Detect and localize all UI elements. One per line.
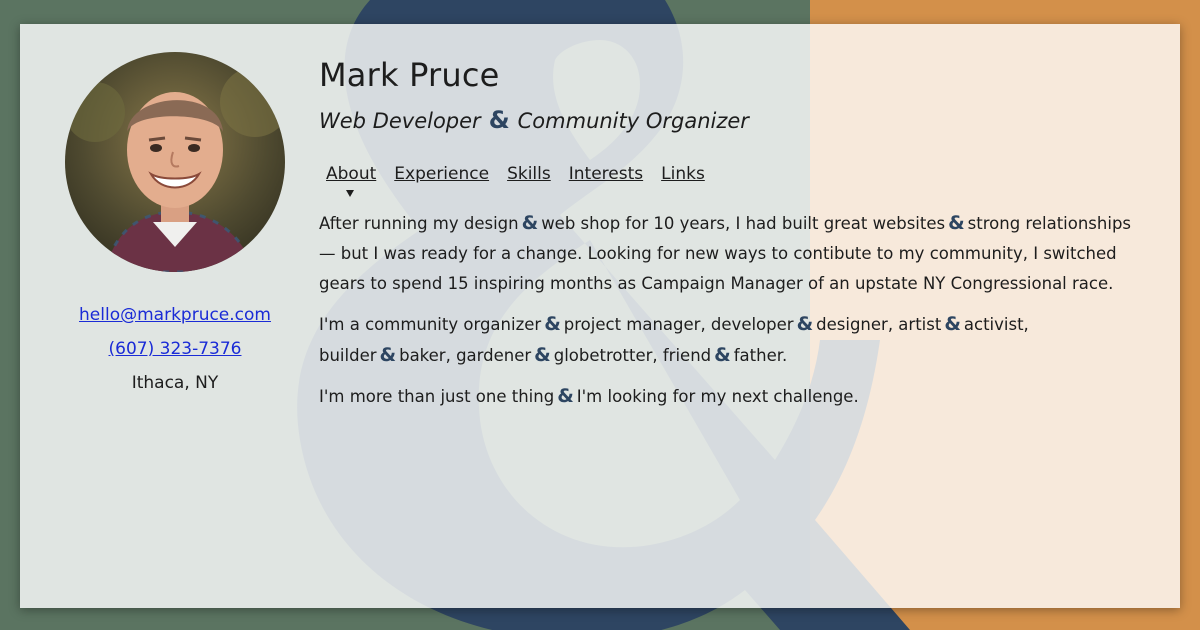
location-text: Ithaca, NY	[131, 373, 219, 393]
ampersand-glyph: &	[714, 344, 731, 366]
ampersand-glyph: &	[948, 212, 965, 234]
ampersand-glyph: &	[557, 385, 574, 407]
ampersand-glyph: &	[796, 313, 814, 335]
page-title: Mark Pruce	[319, 56, 500, 94]
phone-line: (607) 323-7376	[20, 332, 330, 366]
active-tab-caret-icon	[346, 190, 354, 197]
avatar-photo	[65, 52, 285, 272]
avatar	[65, 52, 285, 272]
ampersand-glyph: &	[944, 313, 961, 335]
tagline-role-1: Web Developer	[319, 109, 481, 133]
tab-experience[interactable]: Experience	[394, 164, 489, 184]
contact-info: hello@markpruce.com (607) 323-7376 Ithac…	[20, 298, 330, 400]
tagline: Web Developer & Community Organizer	[319, 106, 749, 134]
section-nav: About Experience Skills Interests Links	[326, 164, 723, 197]
about-section: After running my design & web shop for 10 …	[319, 208, 1149, 422]
ampersand-glyph: &	[488, 106, 510, 134]
profile-card: hello@markpruce.com (607) 323-7376 Ithac…	[20, 24, 1180, 608]
tab-skills[interactable]: Skills	[507, 164, 551, 184]
about-paragraph-3: I'm more than just one thing & I'm looking…	[319, 385, 859, 407]
tab-links[interactable]: Links	[661, 164, 705, 184]
ampersand-glyph: &	[521, 212, 539, 234]
ampersand-glyph: &	[379, 344, 397, 366]
email-link[interactable]: hello@markpruce.com	[79, 305, 271, 325]
phone-link[interactable]: (607) 323-7376	[109, 339, 242, 359]
tab-about[interactable]: About	[326, 164, 376, 184]
about-paragraph-1: After running my design & web shop for 10 …	[319, 212, 1132, 293]
ampersand-glyph: &	[544, 313, 561, 335]
email-line: hello@markpruce.com	[20, 298, 330, 332]
tab-interests[interactable]: Interests	[569, 164, 643, 184]
ampersand-glyph: &	[534, 344, 551, 366]
tagline-role-2: Community Organizer	[517, 109, 749, 133]
about-paragraph-2: I'm a community organizer & project manage…	[319, 313, 1029, 366]
